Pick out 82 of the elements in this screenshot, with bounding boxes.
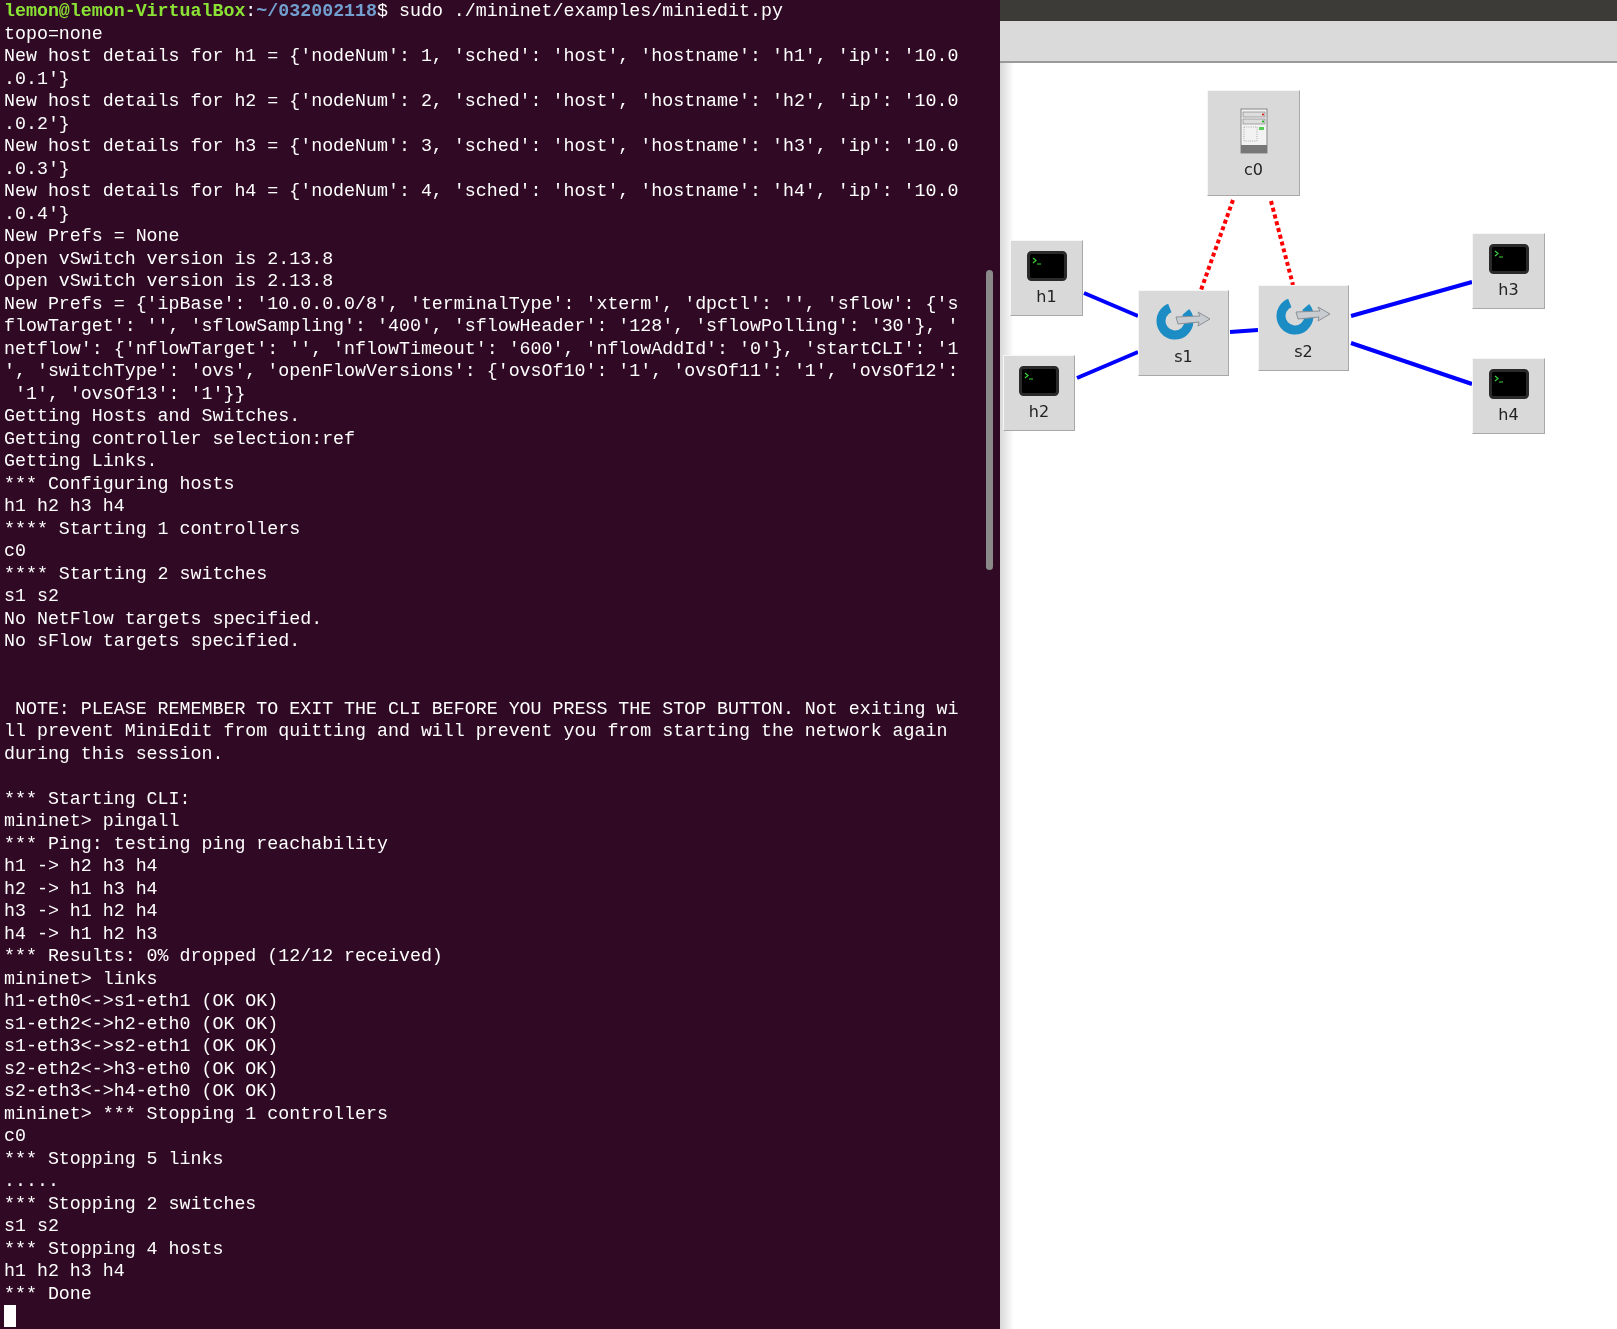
- terminal-line: Getting controller selection:ref: [4, 428, 356, 449]
- node-label: h3: [1498, 279, 1519, 299]
- terminal-line: Open vSwitch version is 2.13.8: [4, 271, 334, 291]
- controller-node[interactable]: c0: [1207, 90, 1300, 196]
- terminal-line: mininet> pingall: [4, 811, 180, 831]
- node-label: h2: [1028, 401, 1050, 421]
- node-label: h1: [1036, 286, 1057, 306]
- terminal-line: *** Results: 0% dropped (12/12 received): [4, 946, 443, 966]
- terminal-line: '1', 'ovsOf13': '1'}}: [13, 383, 246, 404]
- terminal-line: NOTE: PLEASE REMEMBER TO EXIT THE CLI BEFORE YOU PRESS THE STOP BUTTON. Not exiting wi: [13, 698, 959, 719]
- switch-node[interactable]: s1: [1138, 290, 1229, 376]
- terminal-line: netflow': {'nflowTarget': '', 'nflowTimeout': '600', 'nflowAddId': '0'}, 'startCLI': '1: [4, 338, 959, 359]
- terminal-icon: [1488, 368, 1529, 399]
- terminal-icon: [1019, 365, 1059, 396]
- terminal-line: during this session.: [4, 743, 224, 764]
- host-node[interactable]: h2: [1003, 355, 1075, 431]
- terminal-line: s1-eth2<->h2-eth0 (OK OK): [4, 1013, 279, 1034]
- terminal-line: *** Ping: testing ping reachability: [4, 833, 388, 854]
- terminal-line: *** Stopping 5 links: [4, 1148, 224, 1169]
- terminal-line: s1-eth3<->s2-eth1 (OK OK): [4, 1036, 279, 1056]
- terminal-line: New Prefs = {'ipBase': '10.0.0.0/8', 'terminalType': 'xterm', 'dpctl': '', 'sflow': {'s: [4, 293, 959, 314]
- terminal-line: h2 -> h1 h3 h4: [4, 878, 158, 899]
- node-label: s1: [1174, 346, 1193, 366]
- scrollbar-thumb[interactable]: [986, 270, 993, 570]
- node-label: c0: [1244, 159, 1263, 179]
- terminal-line: *** Done: [4, 1283, 92, 1304]
- terminal-line: *** Starting CLI:: [4, 788, 191, 809]
- terminal-line: New host details for h2 = {'nodeNum': 2, 'sched': 'host', 'hostname': 'h2', 'ip': '10.0: [4, 91, 959, 111]
- terminal-line: .0.3'}: [4, 158, 70, 179]
- terminal-line: s2-eth3<->h4-eth0 (OK OK): [4, 1081, 279, 1101]
- terminal-line: h1 h2 h3 h4: [4, 496, 125, 516]
- terminal-line: s1 s2: [4, 586, 59, 606]
- terminal-line: Open vSwitch version is 2.13.8: [4, 248, 334, 269]
- terminal-line: New host details for h4 = {'nodeNum': 4, 'sched': 'host', 'hostname': 'h4', 'ip': '10.0: [4, 181, 959, 201]
- terminal-line: .....: [4, 1171, 59, 1191]
- terminal-line: *** Configuring hosts: [4, 473, 235, 494]
- terminal-line: mininet> links: [4, 968, 158, 989]
- command-text: $ sudo ./mininet/examples/miniedit.py: [377, 1, 783, 21]
- terminal-line: .0.1'}: [4, 68, 70, 89]
- terminal-line: c0: [4, 1126, 26, 1146]
- terminal-line: h3 -> h1 h2 h4: [4, 901, 158, 921]
- terminal-line: No sFlow targets specified.: [4, 631, 301, 651]
- terminal-line: Getting Links.: [4, 451, 158, 471]
- terminal-line: New host details for h3 = {'nodeNum': 3, 'sched': 'host', 'hostname': 'h3', 'ip': '10.0: [4, 136, 959, 156]
- terminal-line: *** Stopping 4 hosts: [4, 1238, 224, 1259]
- prompt-separator: :: [245, 1, 257, 21]
- terminal-line: h4 -> h1 h2 h3: [4, 923, 158, 944]
- prompt-user-host: lemon@lemon-VirtualBox: [4, 1, 246, 21]
- terminal-line: c0: [4, 541, 26, 561]
- terminal-line: flowTarget': '', 'sflowSampling': '400', 'sflowHeader': '128', 'sflowPolling': '30'}, ': [4, 316, 959, 336]
- link-line: [1083, 291, 1139, 318]
- terminal-line: ll prevent MiniEdit from quitting and will prevent you from starting the network again: [4, 721, 948, 741]
- terminal-line: *** Stopping 2 switches: [4, 1193, 257, 1214]
- terminal-icon: [1026, 250, 1067, 281]
- terminal-line: h1 -> h2 h3 h4: [4, 856, 158, 876]
- terminal-line: s2-eth2<->h3-eth0 (OK OK): [4, 1058, 279, 1079]
- link-line: [1076, 350, 1139, 380]
- terminal-line: .0.4'}: [4, 203, 70, 224]
- terminal-line: **** Starting 2 switches: [4, 563, 268, 584]
- terminal-line: ', 'switchType': 'ovs', 'openFlowVersions': {'ovsOf10': '1', 'ovsOf11': '1', 'ovsOf12':: [4, 361, 959, 381]
- node-label: h4: [1498, 404, 1519, 424]
- terminal-line: No NetFlow targets specified.: [4, 608, 323, 629]
- terminal-line: .0.2'}: [4, 113, 70, 134]
- terminal-line: topo=none: [4, 23, 103, 44]
- terminal-line: h1-eth0<->s1-eth1 (OK OK): [4, 991, 279, 1011]
- server-icon: [1239, 107, 1268, 154]
- switch-node[interactable]: s2: [1258, 285, 1349, 371]
- text-cursor: [4, 1305, 16, 1327]
- terminal-line: New host details for h1 = {'nodeNum': 1, 'sched': 'host', 'hostname': 'h1', 'ip': '10.0: [4, 46, 959, 66]
- terminal-line: **** Starting 1 controllers: [4, 518, 301, 539]
- host-node[interactable]: h3: [1472, 233, 1545, 309]
- terminal-line: Getting Hosts and Switches.: [4, 406, 301, 426]
- link-line: [1229, 328, 1259, 334]
- prompt-path: ~/032002118: [256, 1, 378, 21]
- terminal-line: h1 h2 h3 h4: [4, 1261, 125, 1281]
- node-label: s2: [1294, 341, 1313, 361]
- terminal-line: mininet> *** Stopping 1 controllers: [4, 1103, 388, 1124]
- terminal-line: New Prefs = None: [4, 226, 180, 246]
- terminal-line: s1 s2: [4, 1216, 59, 1236]
- terminal-icon: [1488, 243, 1529, 274]
- host-node[interactable]: h4: [1472, 358, 1545, 434]
- host-node[interactable]: h1: [1010, 240, 1083, 316]
